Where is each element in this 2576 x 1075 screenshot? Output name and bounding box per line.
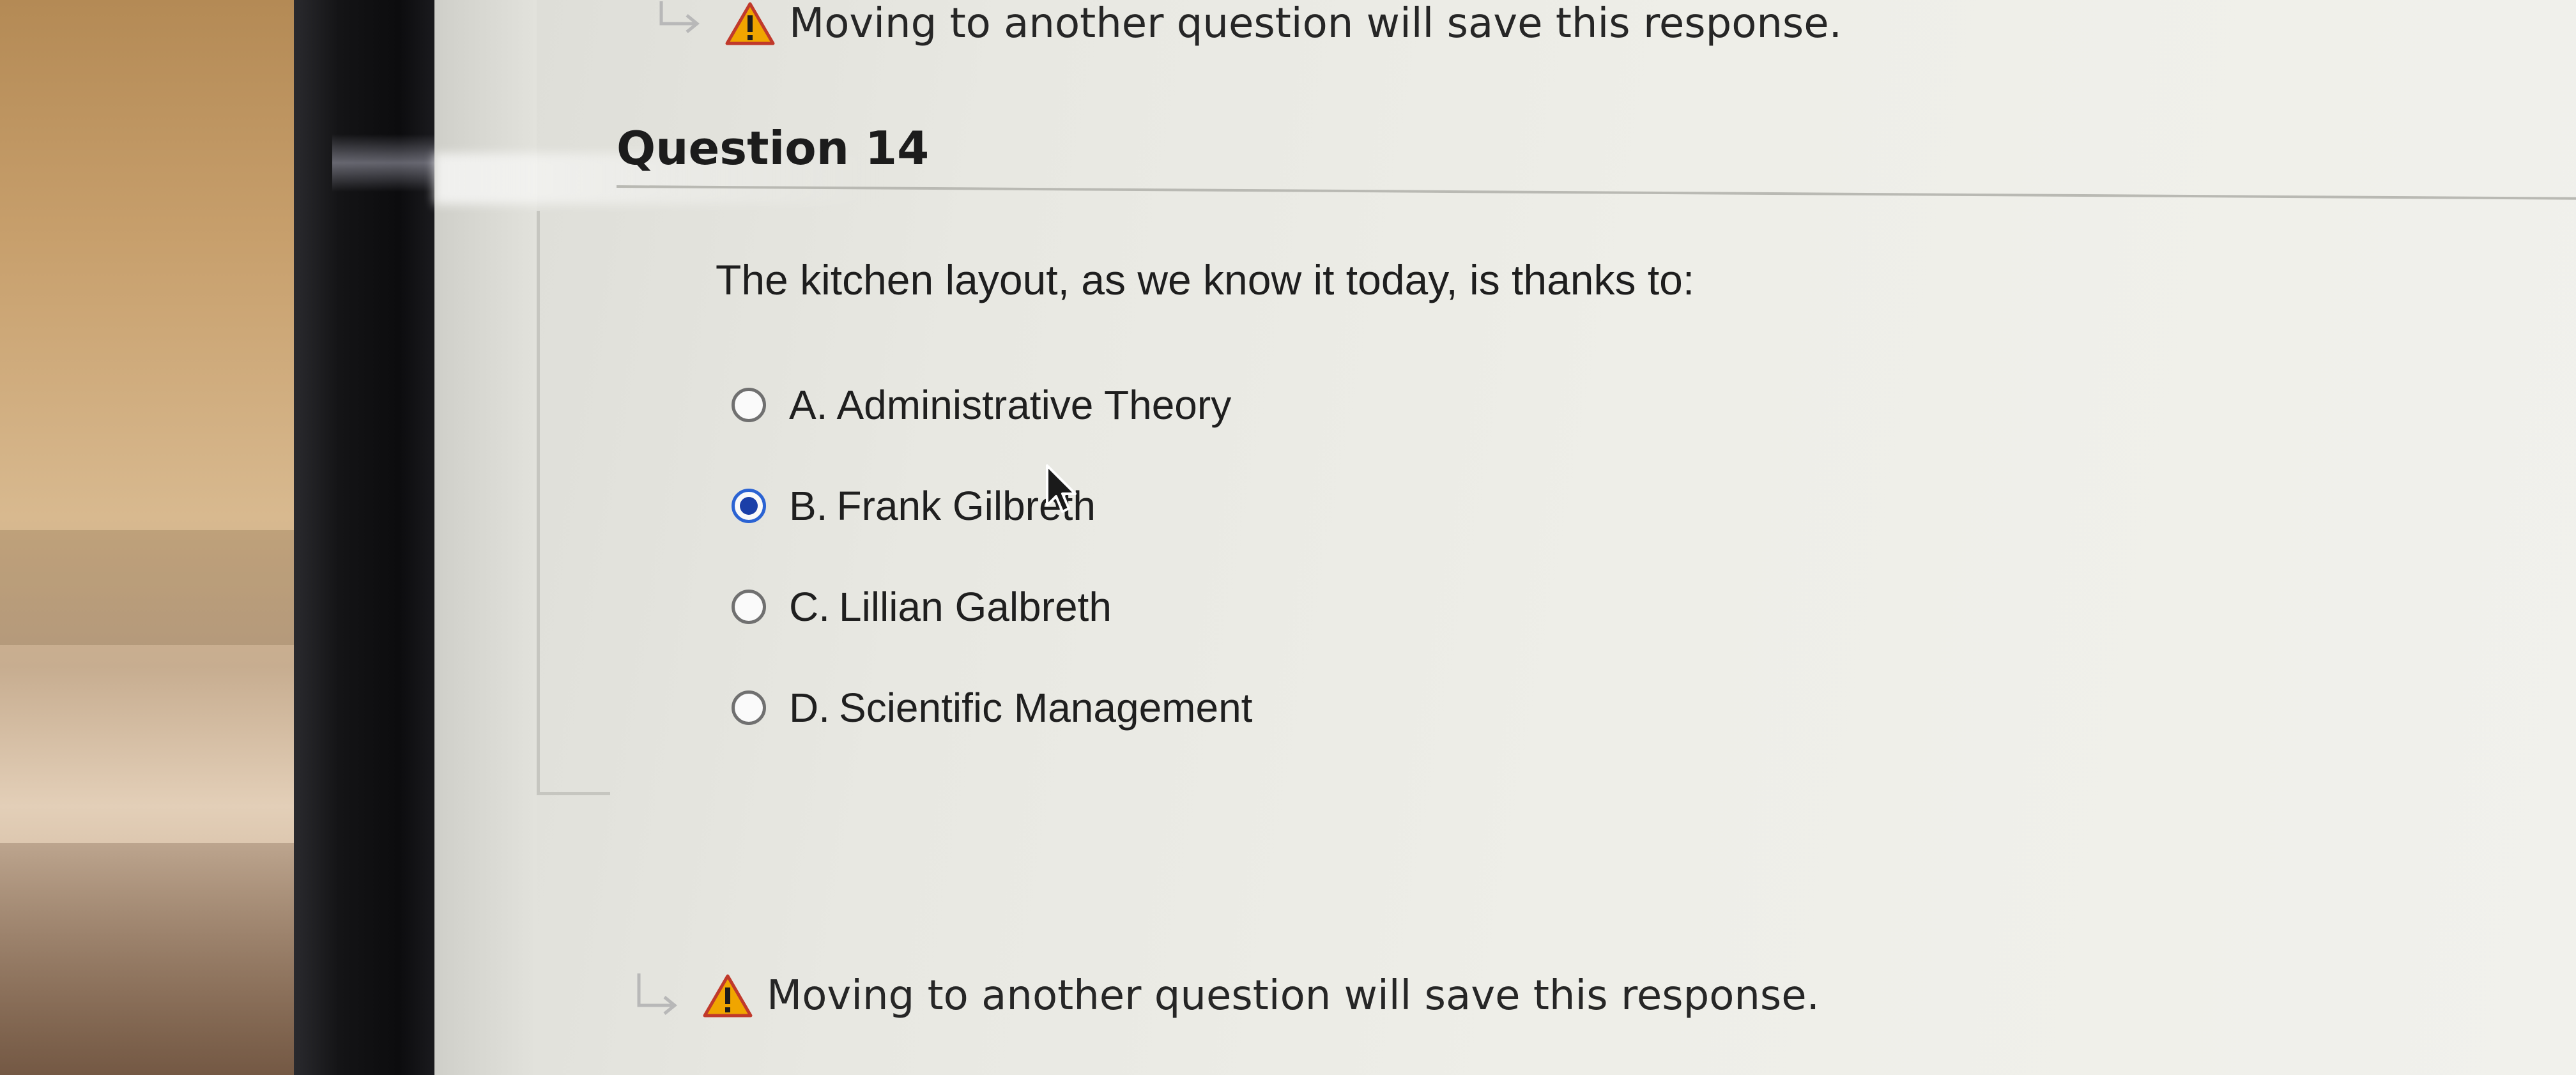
option-label: Lillian Galbreth: [839, 584, 1112, 630]
save-warning-top: Moving to another question will save thi…: [655, 0, 1842, 47]
save-warning-text: Moving to another question will save thi…: [789, 0, 1842, 47]
radio-button-selected[interactable]: [732, 489, 766, 523]
radio-button[interactable]: [732, 690, 766, 725]
option-c[interactable]: C. Lillian Galbreth: [732, 556, 1252, 657]
option-label: Scientific Management: [839, 685, 1253, 731]
question-prompt: The kitchen layout, as we know it today,…: [716, 256, 1695, 303]
option-letter: D.: [789, 685, 830, 731]
option-b[interactable]: B. Frank Gilbreth: [732, 455, 1252, 556]
return-arrow-icon: [655, 1, 706, 46]
option-d[interactable]: D. Scientific Management: [732, 657, 1252, 758]
warning-triangle-icon: [703, 973, 753, 1018]
question-title: Question 14: [617, 121, 930, 175]
option-letter: C.: [789, 584, 830, 630]
option-label: Administrative Theory: [836, 382, 1232, 428]
photo-scene: Moving to another question will save thi…: [0, 0, 2576, 1075]
save-warning-bottom: Moving to another question will save thi…: [632, 972, 1820, 1019]
save-warning-text: Moving to another question will save thi…: [767, 972, 1820, 1019]
option-a[interactable]: A. Administrative Theory: [732, 355, 1252, 455]
question-bracket: [537, 211, 610, 795]
warning-triangle-icon: [725, 1, 775, 46]
return-arrow-icon: [632, 973, 684, 1018]
mouse-pointer-icon: [1045, 463, 1078, 514]
quiz-screen: Moving to another question will save thi…: [434, 0, 2576, 1075]
option-letter: A.: [789, 382, 828, 428]
radio-button[interactable]: [732, 590, 766, 624]
background-room: [0, 0, 300, 1075]
monitor-bezel: [294, 0, 444, 1075]
option-letter: B.: [789, 483, 828, 529]
title-divider: [616, 185, 2576, 200]
answer-options: A. Administrative Theory B. Frank Gilbreth…: [732, 355, 1252, 758]
radio-button[interactable]: [732, 388, 766, 422]
